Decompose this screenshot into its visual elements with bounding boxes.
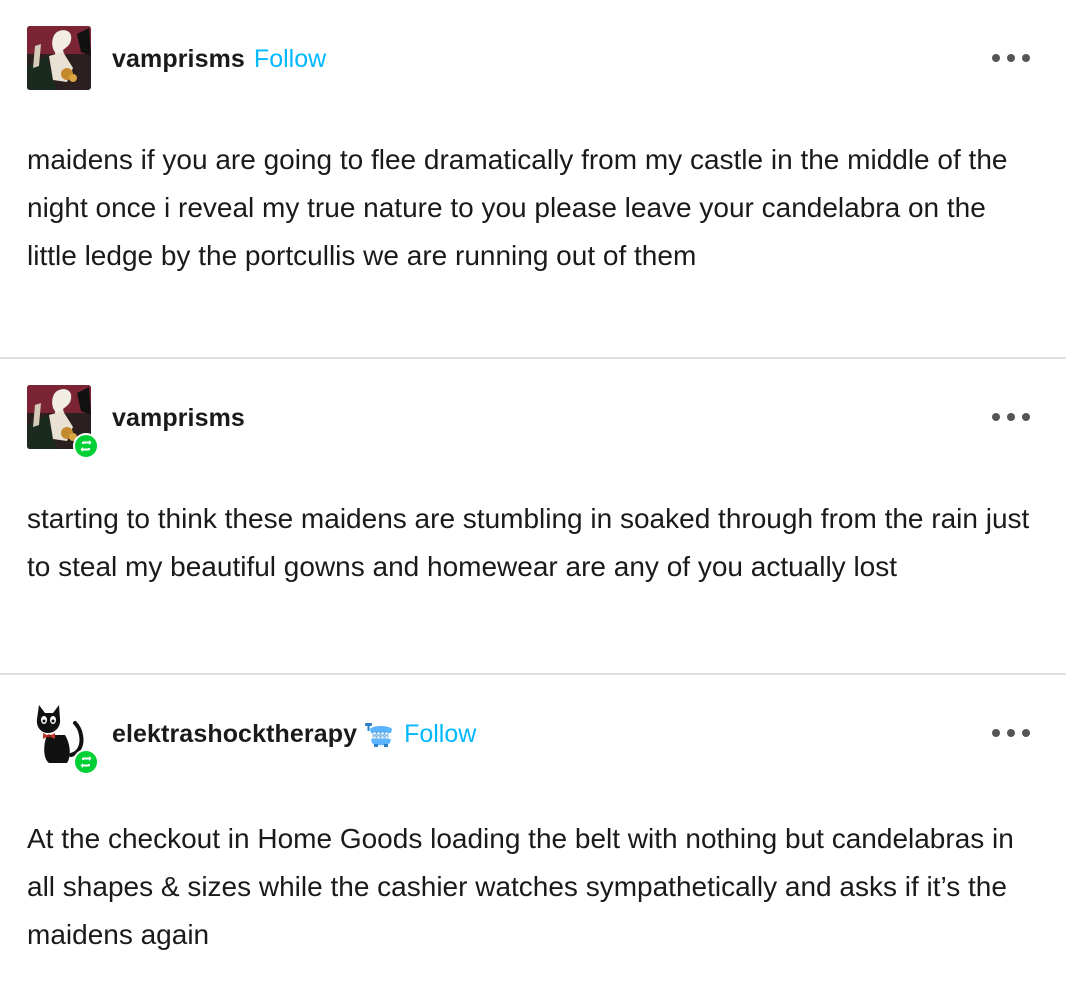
avatar[interactable]	[27, 701, 99, 775]
dot	[1022, 413, 1030, 421]
reblog-icon	[73, 433, 99, 459]
dot	[992, 413, 1000, 421]
dot	[992, 54, 1000, 62]
post-header: vamprisms	[112, 401, 245, 435]
gothic-illustration-avatar	[27, 26, 91, 90]
more-options-icon[interactable]	[992, 727, 1030, 739]
dot	[1007, 729, 1015, 737]
dot	[1007, 54, 1015, 62]
follow-button[interactable]: Follow	[254, 42, 326, 76]
username[interactable]: elektrashocktherapy	[112, 717, 357, 751]
dot	[1022, 729, 1030, 737]
post-body: At the checkout in Home Goods loading th…	[27, 823, 1014, 950]
dot	[992, 729, 1000, 737]
dot	[1022, 54, 1030, 62]
avatar[interactable]	[27, 385, 99, 459]
wind-up-teeth-badge-icon[interactable]	[363, 719, 395, 749]
more-options-icon[interactable]	[992, 52, 1030, 64]
post-header: vamprisms Follow	[112, 42, 326, 76]
dot	[1007, 413, 1015, 421]
username[interactable]: vamprisms	[112, 401, 245, 435]
username[interactable]: vamprisms	[112, 42, 245, 76]
post: vamprisms starting to think these maiden…	[0, 359, 1066, 675]
post: vamprisms Follow maidens if you are goin…	[0, 0, 1066, 359]
avatar[interactable]	[27, 26, 91, 90]
post-body: maidens if you are going to flee dramati…	[27, 144, 1008, 271]
post: elektrashocktherapy Follow At the checko…	[0, 675, 1066, 986]
post-header: elektrashocktherapy Follow	[112, 717, 476, 751]
more-options-icon[interactable]	[992, 411, 1030, 423]
post-body: starting to think these maidens are stum…	[27, 503, 1030, 582]
follow-button[interactable]: Follow	[404, 717, 476, 751]
reblog-icon	[73, 749, 99, 775]
